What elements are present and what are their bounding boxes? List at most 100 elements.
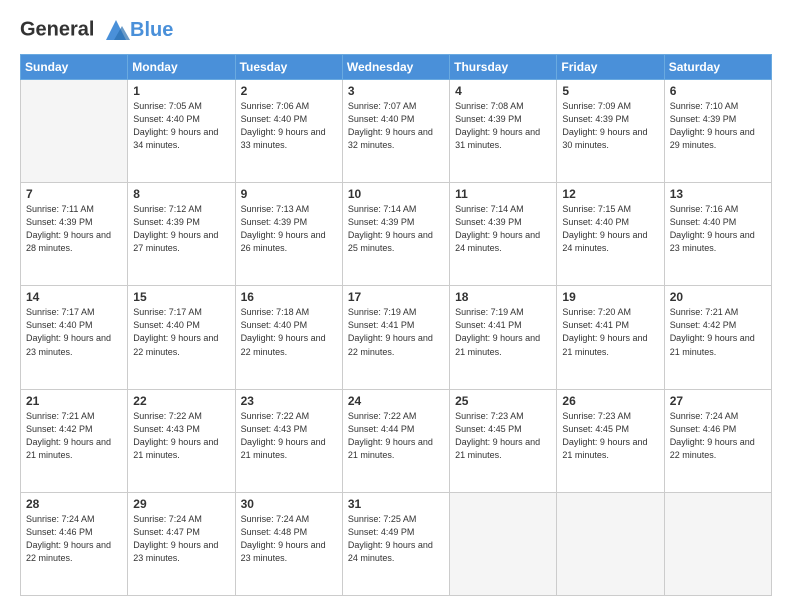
day-number: 3 [348,84,444,98]
day-cell: 22Sunrise: 7:22 AMSunset: 4:43 PMDayligh… [128,389,235,492]
day-number: 7 [26,187,122,201]
day-info: Sunrise: 7:18 AMSunset: 4:40 PMDaylight:… [241,306,337,358]
day-number: 17 [348,290,444,304]
day-cell [557,492,664,595]
day-number: 19 [562,290,658,304]
day-number: 14 [26,290,122,304]
weekday-header-thursday: Thursday [450,55,557,80]
day-cell: 31Sunrise: 7:25 AMSunset: 4:49 PMDayligh… [342,492,449,595]
day-number: 8 [133,187,229,201]
day-cell: 21 Sunrise: 7:21 AMSunset: 4:42 PMDayligh… [21,389,128,492]
day-cell: 5 Sunrise: 7:09 AMSunset: 4:39 PMDaylight… [557,80,664,183]
day-info: Sunrise: 7:06 AMSunset: 4:40 PMDaylight:… [241,100,337,152]
day-number: 11 [455,187,551,201]
day-cell: 13Sunrise: 7:16 AMSunset: 4:40 PMDayligh… [664,183,771,286]
day-cell: 23Sunrise: 7:22 AMSunset: 4:43 PMDayligh… [235,389,342,492]
day-cell [450,492,557,595]
weekday-header-friday: Friday [557,55,664,80]
weekday-header-row: SundayMondayTuesdayWednesdayThursdayFrid… [21,55,772,80]
day-cell: 17 Sunrise: 7:19 AMSunset: 4:41 PMDayligh… [342,286,449,389]
day-cell: 26 Sunrise: 7:23 AMSunset: 4:45 PMDayligh… [557,389,664,492]
day-cell: 18 Sunrise: 7:19 AMSunset: 4:41 PMDayligh… [450,286,557,389]
day-cell: 16 Sunrise: 7:18 AMSunset: 4:40 PMDayligh… [235,286,342,389]
day-cell: 4Sunrise: 7:08 AMSunset: 4:39 PMDaylight… [450,80,557,183]
logo-icon [102,16,130,44]
day-info: Sunrise: 7:23 AMSunset: 4:45 PMDaylight:… [562,410,658,462]
day-number: 15 [133,290,229,304]
day-number: 13 [670,187,766,201]
weekday-header-tuesday: Tuesday [235,55,342,80]
day-info: Sunrise: 7:24 AMSunset: 4:46 PMDaylight:… [26,513,122,565]
day-number: 5 [562,84,658,98]
day-info: Sunrise: 7:19 AMSunset: 4:41 PMDaylight:… [455,306,551,358]
day-number: 31 [348,497,444,511]
day-cell: 1 Sunrise: 7:05 AMSunset: 4:40 PMDaylight… [128,80,235,183]
day-cell: 8 Sunrise: 7:12 AMSunset: 4:39 PMDaylight… [128,183,235,286]
day-info: Sunrise: 7:11 AMSunset: 4:39 PMDaylight:… [26,203,122,255]
calendar: SundayMondayTuesdayWednesdayThursdayFrid… [20,54,772,596]
day-info: Sunrise: 7:15 AMSunset: 4:40 PMDaylight:… [562,203,658,255]
day-info: Sunrise: 7:10 AMSunset: 4:39 PMDaylight:… [670,100,766,152]
day-number: 9 [241,187,337,201]
weekday-header-wednesday: Wednesday [342,55,449,80]
day-number: 20 [670,290,766,304]
day-info: Sunrise: 7:05 AMSunset: 4:40 PMDaylight:… [133,100,229,152]
day-info: Sunrise: 7:21 AMSunset: 4:42 PMDaylight:… [26,410,122,462]
day-info: Sunrise: 7:22 AMSunset: 4:44 PMDaylight:… [348,410,444,462]
day-cell: 3 Sunrise: 7:07 AMSunset: 4:40 PMDaylight… [342,80,449,183]
day-number: 21 [26,394,122,408]
day-cell: 30 Sunrise: 7:24 AMSunset: 4:48 PMDayligh… [235,492,342,595]
day-info: Sunrise: 7:09 AMSunset: 4:39 PMDaylight:… [562,100,658,152]
day-number: 2 [241,84,337,98]
day-cell: 29 Sunrise: 7:24 AMSunset: 4:47 PMDayligh… [128,492,235,595]
day-number: 25 [455,394,551,408]
day-number: 28 [26,497,122,511]
logo-general: General [20,18,94,40]
day-info: Sunrise: 7:22 AMSunset: 4:43 PMDaylight:… [133,410,229,462]
day-info: Sunrise: 7:14 AMSunset: 4:39 PMDaylight:… [455,203,551,255]
day-number: 1 [133,84,229,98]
day-cell: 25 Sunrise: 7:23 AMSunset: 4:45 PMDayligh… [450,389,557,492]
logo-blue: Blue [130,19,173,42]
day-info: Sunrise: 7:21 AMSunset: 4:42 PMDaylight:… [670,306,766,358]
day-cell: 12 Sunrise: 7:15 AMSunset: 4:40 PMDayligh… [557,183,664,286]
day-info: Sunrise: 7:12 AMSunset: 4:39 PMDaylight:… [133,203,229,255]
day-number: 16 [241,290,337,304]
weekday-header-sunday: Sunday [21,55,128,80]
day-info: Sunrise: 7:17 AMSunset: 4:40 PMDaylight:… [26,306,122,358]
week-row-4: 28 Sunrise: 7:24 AMSunset: 4:46 PMDayligh… [21,492,772,595]
day-info: Sunrise: 7:24 AMSunset: 4:47 PMDaylight:… [133,513,229,565]
day-info: Sunrise: 7:19 AMSunset: 4:41 PMDaylight:… [348,306,444,358]
day-cell: 27 Sunrise: 7:24 AMSunset: 4:46 PMDayligh… [664,389,771,492]
day-info: Sunrise: 7:23 AMSunset: 4:45 PMDaylight:… [455,410,551,462]
day-info: Sunrise: 7:14 AMSunset: 4:39 PMDaylight:… [348,203,444,255]
weekday-header-monday: Monday [128,55,235,80]
day-info: Sunrise: 7:24 AMSunset: 4:46 PMDaylight:… [670,410,766,462]
day-number: 27 [670,394,766,408]
day-number: 18 [455,290,551,304]
day-info: Sunrise: 7:07 AMSunset: 4:40 PMDaylight:… [348,100,444,152]
day-number: 29 [133,497,229,511]
logo: General Blue [20,16,173,44]
day-number: 23 [241,394,337,408]
day-cell: 10Sunrise: 7:14 AMSunset: 4:39 PMDayligh… [342,183,449,286]
day-cell: 15Sunrise: 7:17 AMSunset: 4:40 PMDayligh… [128,286,235,389]
day-cell: 28 Sunrise: 7:24 AMSunset: 4:46 PMDayligh… [21,492,128,595]
day-number: 26 [562,394,658,408]
day-number: 24 [348,394,444,408]
day-info: Sunrise: 7:24 AMSunset: 4:48 PMDaylight:… [241,513,337,565]
day-cell: 2 Sunrise: 7:06 AMSunset: 4:40 PMDaylight… [235,80,342,183]
day-cell [664,492,771,595]
day-info: Sunrise: 7:13 AMSunset: 4:39 PMDaylight:… [241,203,337,255]
day-cell: 24 Sunrise: 7:22 AMSunset: 4:44 PMDayligh… [342,389,449,492]
weekday-header-saturday: Saturday [664,55,771,80]
week-row-0: 1 Sunrise: 7:05 AMSunset: 4:40 PMDaylight… [21,80,772,183]
day-info: Sunrise: 7:08 AMSunset: 4:39 PMDaylight:… [455,100,551,152]
day-number: 12 [562,187,658,201]
day-number: 30 [241,497,337,511]
page: General Blue SundayMondayTuesdayWednesda… [0,0,792,612]
day-cell [21,80,128,183]
week-row-3: 21 Sunrise: 7:21 AMSunset: 4:42 PMDayligh… [21,389,772,492]
week-row-2: 14 Sunrise: 7:17 AMSunset: 4:40 PMDayligh… [21,286,772,389]
day-cell: 20 Sunrise: 7:21 AMSunset: 4:42 PMDayligh… [664,286,771,389]
